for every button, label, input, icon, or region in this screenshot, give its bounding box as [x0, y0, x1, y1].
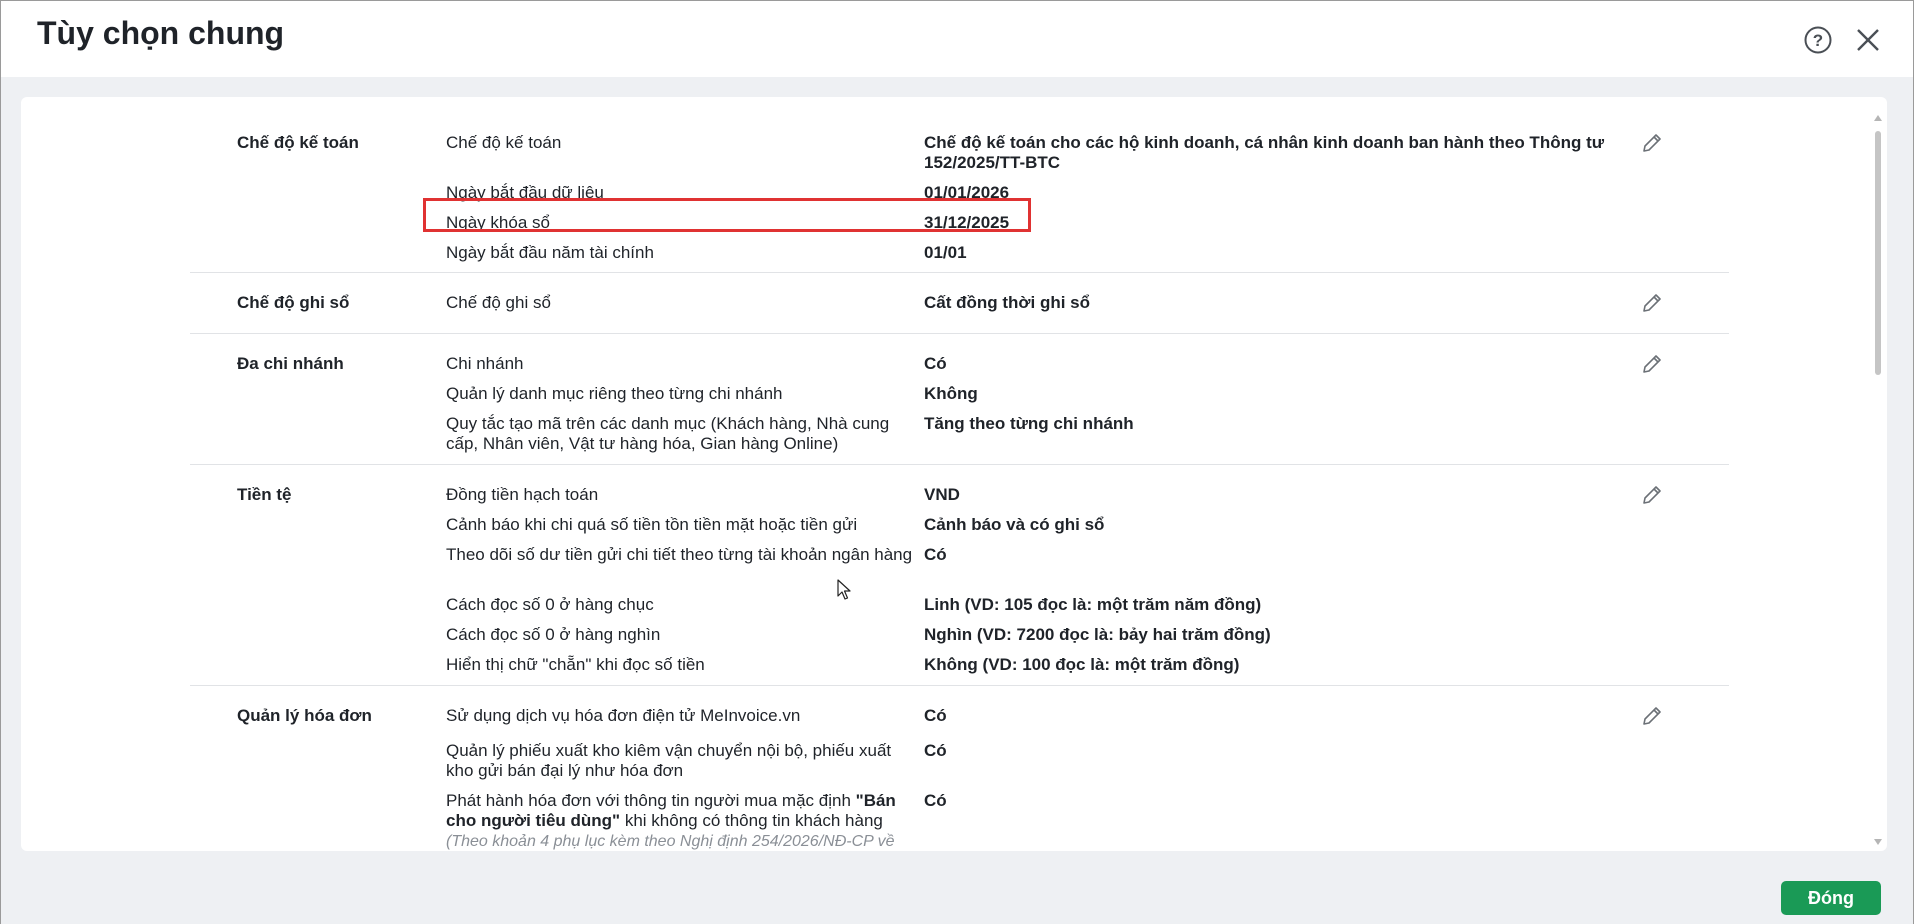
option-label: Quản lý phiếu xuất kho kiêm vận chuyển n…: [446, 741, 892, 780]
vertical-scrollbar[interactable]: [1873, 115, 1883, 845]
section-title: Chế độ ghi sổ: [237, 293, 350, 312]
help-icon[interactable]: ?: [1803, 25, 1833, 55]
option-label: Theo dõi số dư tiền gửi chi tiết theo từ…: [446, 545, 913, 564]
option-label: Quy tắc tạo mã trên các danh mục (Khách …: [446, 414, 890, 453]
edit-icon[interactable]: [1640, 352, 1664, 376]
option-label: Hiển thị chữ "chẵn" khi đọc số tiền: [446, 655, 705, 674]
close-icon[interactable]: [1853, 25, 1883, 55]
general-options-dialog: Tùy chọn chung ? Chế độ kế toán Chế độ k…: [0, 0, 1914, 924]
option-value: Linh (VD: 105 đọc là: một trăm năm đồng): [924, 595, 1262, 614]
section-multi-branch: Đa chi nhánh Chi nhánh Có Quản lý danh m…: [190, 334, 1729, 465]
option-value: Không (VD: 100 đọc là: một trăm đồng): [924, 655, 1240, 674]
option-value: Có: [924, 706, 947, 725]
option-label: Sử dụng dịch vụ hóa đơn điện tử MeInvoic…: [446, 706, 801, 725]
option-label: Chế độ kế toán: [446, 133, 562, 152]
section-title: Đa chi nhánh: [237, 354, 344, 373]
option-value: Nghìn (VD: 7200 đọc là: bảy hai trăm đồn…: [924, 625, 1271, 644]
option-value: Tăng theo từng chi nhánh: [924, 414, 1134, 433]
option-value: 01/01: [924, 243, 967, 262]
section-posting-mode: Chế độ ghi sổ Chế độ ghi sổ Cất đồng thờ…: [190, 273, 1729, 334]
section-currency: Tiền tệ Đồng tiền hạch toán VND Cảnh báo…: [190, 465, 1729, 686]
option-value: Có: [924, 791, 947, 810]
edit-icon[interactable]: [1640, 483, 1664, 507]
section-title: Quản lý hóa đơn: [237, 706, 372, 725]
edit-icon[interactable]: [1640, 291, 1664, 315]
edit-icon[interactable]: [1640, 704, 1664, 728]
highlight-annotation: [423, 198, 1031, 232]
scrollbar-thumb[interactable]: [1875, 131, 1881, 375]
svg-text:?: ?: [1813, 31, 1823, 50]
dialog-header: Tùy chọn chung ?: [1, 1, 1913, 77]
option-label: Chi nhánh: [446, 354, 524, 373]
option-value: Không: [924, 384, 978, 403]
options-card: Chế độ kế toán Chế độ kế toán Chế độ kế …: [21, 97, 1887, 851]
edit-icon[interactable]: [1640, 131, 1664, 155]
dialog-title: Tùy chọn chung: [37, 15, 285, 51]
dialog-footer: Đóng: [1, 871, 1913, 924]
option-value: Có: [924, 741, 947, 760]
option-label: Chế độ ghi sổ: [446, 293, 551, 312]
option-label: Cảnh báo khi chi quá số tiền tồn tiền mặ…: [446, 515, 858, 534]
option-label: Quản lý danh mục riêng theo từng chi nhá…: [446, 384, 783, 403]
scroll-down-arrow-icon[interactable]: [1874, 839, 1882, 845]
option-value: VND: [924, 485, 960, 504]
section-title: Tiền tệ: [237, 485, 292, 504]
option-label: Cách đọc số 0 ở hàng nghìn: [446, 625, 661, 644]
close-button[interactable]: Đóng: [1781, 881, 1881, 915]
mouse-cursor-icon: [837, 579, 853, 601]
option-value: Cảnh báo và có ghi sổ: [924, 515, 1105, 534]
option-value: Có: [924, 354, 947, 373]
option-value: Chế độ kế toán cho các hộ kinh doanh, cá…: [924, 133, 1605, 172]
option-label: Phát hành hóa đơn với thông tin người mu…: [446, 791, 916, 851]
scroll-up-arrow-icon[interactable]: [1874, 115, 1882, 121]
legal-note: (Theo khoản 4 phụ lục kèm theo Nghị định…: [446, 833, 895, 850]
dialog-body: Chế độ kế toán Chế độ kế toán Chế độ kế …: [1, 77, 1913, 871]
label-text: Phát hành hóa đơn với thông tin người mu…: [446, 791, 856, 810]
options-list: Chế độ kế toán Chế độ kế toán Chế độ kế …: [21, 97, 1887, 851]
option-value: Có: [924, 545, 947, 564]
option-label: Ngày bắt đầu năm tài chính: [446, 243, 654, 262]
option-value: Cất đồng thời ghi sổ: [924, 293, 1091, 312]
label-text: khi không có thông tin khách hàng: [620, 811, 883, 830]
section-title: Chế độ kế toán: [237, 133, 359, 152]
section-invoice-management: Quản lý hóa đơn Sử dụng dịch vụ hóa đơn …: [190, 686, 1729, 851]
option-label: Đồng tiền hạch toán: [446, 485, 599, 504]
